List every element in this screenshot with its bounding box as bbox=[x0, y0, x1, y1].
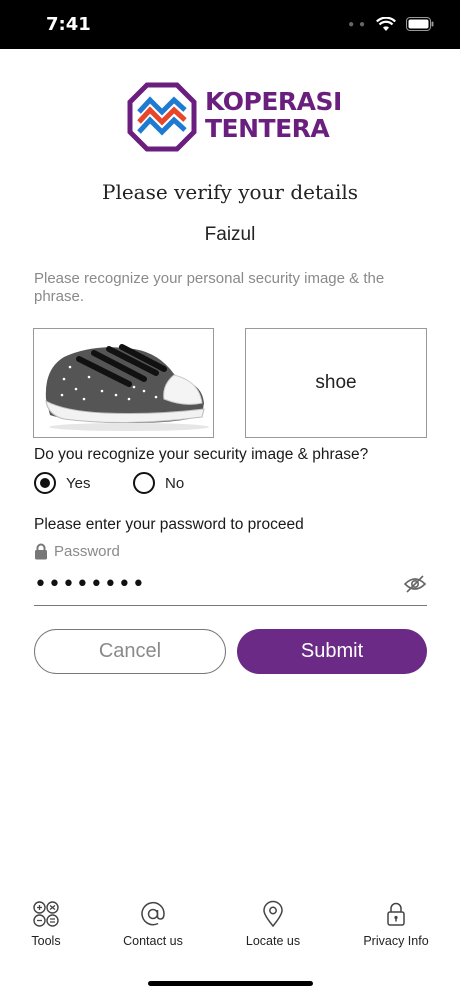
eye-slash-icon[interactable] bbox=[403, 574, 427, 594]
tab-tools-label: Tools bbox=[31, 934, 61, 948]
security-phrase: shoe bbox=[245, 328, 427, 438]
tab-locate-us[interactable]: Locate us bbox=[236, 896, 310, 948]
password-value: •••••••• bbox=[34, 572, 146, 597]
radio-yes[interactable]: Yes bbox=[34, 472, 90, 494]
signal-dots-icon: ● ● bbox=[348, 18, 366, 30]
status-bar: 7:41 ● ● bbox=[0, 0, 460, 49]
tab-contact-us-label: Contact us bbox=[123, 934, 183, 948]
home-indicator bbox=[148, 981, 313, 986]
map-pin-icon bbox=[263, 900, 283, 928]
radio-yes-label: Yes bbox=[66, 474, 91, 492]
tab-privacy-info-label: Privacy Info bbox=[363, 934, 429, 948]
status-icons: ● ● bbox=[348, 14, 434, 34]
instruction-text: Please recognize your personal security … bbox=[34, 270, 385, 305]
recognize-question: Do you recognize your security image & p… bbox=[34, 446, 369, 463]
radio-yes-circle-icon[interactable] bbox=[34, 472, 56, 494]
password-label-row: Password bbox=[34, 543, 120, 560]
password-label: Password bbox=[54, 543, 120, 560]
password-prompt: Please enter your password to proceed bbox=[34, 516, 304, 533]
sneaker-image-icon bbox=[45, 344, 209, 431]
security-image bbox=[33, 328, 214, 438]
calculator-icon bbox=[33, 901, 59, 927]
lock-icon bbox=[35, 543, 47, 560]
cancel-button[interactable]: Cancel bbox=[34, 629, 226, 674]
radio-no-label: No bbox=[165, 474, 185, 492]
tab-contact-us[interactable]: Contact us bbox=[112, 896, 194, 948]
status-time: 7:41 bbox=[46, 14, 91, 35]
radio-no[interactable]: No bbox=[133, 472, 184, 494]
bottom-tabbar: Tools Contact us Locate us Privacy Info bbox=[0, 896, 460, 956]
password-input[interactable]: •••••••• bbox=[34, 568, 427, 606]
submit-button[interactable]: Submit bbox=[237, 629, 427, 674]
at-icon bbox=[141, 901, 165, 926]
tab-privacy-info[interactable]: Privacy Info bbox=[354, 896, 438, 948]
tab-locate-us-label: Locate us bbox=[245, 934, 301, 948]
battery-icon bbox=[406, 17, 434, 31]
radio-no-circle-icon[interactable] bbox=[133, 472, 155, 494]
page-title: Please verify your details bbox=[101, 180, 358, 204]
brand-name: KOPERASI TENTERA bbox=[205, 87, 342, 143]
brand-mark-icon bbox=[127, 82, 197, 152]
user-name: Faizul bbox=[204, 224, 256, 245]
tab-tools[interactable]: Tools bbox=[20, 896, 72, 948]
brand-logo: KOPERASI TENTERA bbox=[127, 80, 342, 152]
wifi-icon bbox=[376, 16, 396, 31]
lock-icon bbox=[387, 902, 405, 926]
